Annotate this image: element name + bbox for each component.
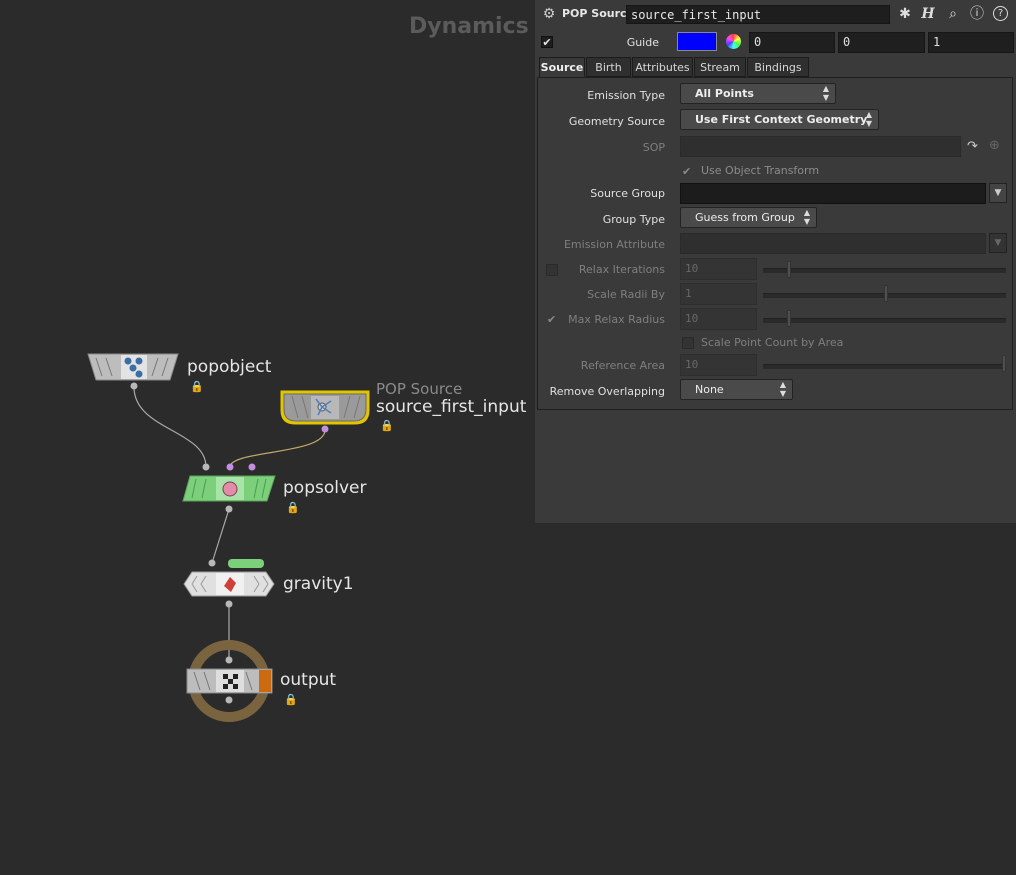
- search-icon[interactable]: ⌕: [945, 6, 961, 22]
- max-relax-radius-label: Max Relax Radius: [568, 313, 665, 326]
- lock-icon[interactable]: 🔒: [190, 380, 204, 393]
- pop-source-type-icon[interactable]: ⚙: [541, 6, 557, 22]
- node-source-first-input: [280, 390, 370, 433]
- max-relax-radius-slider-knob[interactable]: [787, 310, 791, 327]
- relax-iterations-slider-knob[interactable]: [787, 261, 791, 278]
- parameter-header: ⚙ POP Source source_first_input ✱ H ⌕ ⓘ …: [535, 0, 1016, 29]
- gear-icon[interactable]: ✱: [897, 6, 913, 22]
- scale-radii-by-slider-knob[interactable]: [884, 285, 888, 302]
- node-label-popobject[interactable]: popobject: [187, 357, 271, 377]
- use-object-transform-label: Use Object Transform: [701, 164, 820, 177]
- info-icon[interactable]: ⓘ: [969, 6, 985, 22]
- wire-popsolver-gravity: [211, 508, 230, 564]
- source-group-field[interactable]: [680, 183, 986, 204]
- reference-area-slider-knob[interactable]: [1002, 355, 1006, 372]
- relax-iterations-field[interactable]: 10: [680, 258, 757, 280]
- emission-attribute-field[interactable]: [680, 233, 986, 254]
- node-gravity1: [183, 559, 275, 608]
- node-label-popsolver[interactable]: popsolver: [283, 478, 366, 498]
- reference-area-field[interactable]: 10: [680, 354, 757, 376]
- tab-stream[interactable]: Stream: [694, 57, 746, 77]
- node-label-output[interactable]: output: [280, 670, 336, 690]
- parameter-pane: ⚙ POP Source source_first_input ✱ H ⌕ ⓘ …: [535, 0, 1016, 523]
- node-type-label: POP Source: [376, 380, 463, 398]
- relax-iterations-label: Relax Iterations: [578, 263, 665, 276]
- emission-attribute-dropdown[interactable]: ▼: [989, 233, 1007, 253]
- max-relax-radius-slider[interactable]: [763, 318, 1006, 323]
- relax-iterations-slider[interactable]: [763, 268, 1006, 273]
- emission-type-label: Emission Type: [587, 89, 665, 102]
- lock-icon[interactable]: 🔒: [284, 693, 298, 706]
- jump-arrow-icon[interactable]: ↷: [967, 139, 978, 154]
- max-relax-radius-field[interactable]: 10: [680, 308, 757, 330]
- operator-type-label: POP Source: [562, 7, 635, 20]
- reference-area-label: Reference Area: [580, 359, 665, 372]
- group-type-menu[interactable]: Guess from Group ▲ ▼: [680, 207, 817, 228]
- tab-birth[interactable]: Birth: [586, 57, 631, 77]
- lock-icon[interactable]: 🔒: [286, 501, 300, 514]
- popsolver-icon: [222, 481, 238, 497]
- guide-label: Guide: [626, 36, 659, 49]
- geometry-source-menu[interactable]: Use First Context Geometry ▲ ▼: [680, 109, 879, 130]
- source-group-dropdown[interactable]: ▼: [989, 183, 1007, 203]
- wire-source-popsolver: [229, 429, 326, 468]
- scale-radii-by-field[interactable]: 1: [680, 283, 757, 305]
- tab-source[interactable]: Source: [539, 57, 585, 77]
- guide-value-b[interactable]: 1: [928, 32, 1014, 53]
- source-group-label: Source Group: [590, 187, 665, 200]
- color-wheel-icon[interactable]: [726, 34, 741, 49]
- node-label-gravity1[interactable]: gravity1: [283, 574, 354, 594]
- use-object-transform-check-icon[interactable]: ✔: [682, 165, 691, 178]
- tab-bindings[interactable]: Bindings: [747, 57, 809, 77]
- node-popobject: [87, 353, 179, 390]
- remove-overlapping-menu[interactable]: None ▲ ▼: [680, 379, 793, 400]
- node-popsolver: [182, 463, 276, 513]
- houdini-help-icon[interactable]: H: [920, 6, 936, 22]
- scale-radii-by-label: Scale Radii By: [587, 288, 665, 301]
- group-type-label: Group Type: [602, 213, 665, 226]
- guide-color-swatch[interactable]: [677, 32, 717, 51]
- guide-value-r[interactable]: 0: [749, 32, 835, 53]
- node-name-field[interactable]: source_first_input: [626, 5, 890, 24]
- geometry-source-label: Geometry Source: [568, 115, 665, 128]
- scale-point-count-label: Scale Point Count by Area: [701, 336, 844, 349]
- sop-path-field[interactable]: [680, 136, 961, 157]
- remove-overlapping-label: Remove Overlapping: [549, 385, 665, 398]
- scale-point-count-toggle[interactable]: [682, 337, 694, 349]
- tab-attributes[interactable]: Attributes: [632, 57, 693, 77]
- emission-type-menu[interactable]: All Points ▲ ▼: [680, 83, 836, 104]
- node-label-source[interactable]: source_first_input: [376, 397, 526, 417]
- network-wires: [87, 353, 370, 722]
- wire-popobject-popsolver: [133, 386, 207, 468]
- help-icon[interactable]: ?: [993, 6, 1008, 21]
- node-chooser-icon[interactable]: ⊕: [989, 138, 1000, 153]
- popobject-icon: [124, 357, 132, 365]
- guide-value-g[interactable]: 0: [838, 32, 925, 53]
- lock-icon[interactable]: 🔒: [380, 419, 394, 432]
- emission-attribute-label: Emission Attribute: [563, 238, 665, 251]
- sop-label: SOP: [642, 141, 665, 154]
- reference-area-slider[interactable]: [763, 364, 1006, 369]
